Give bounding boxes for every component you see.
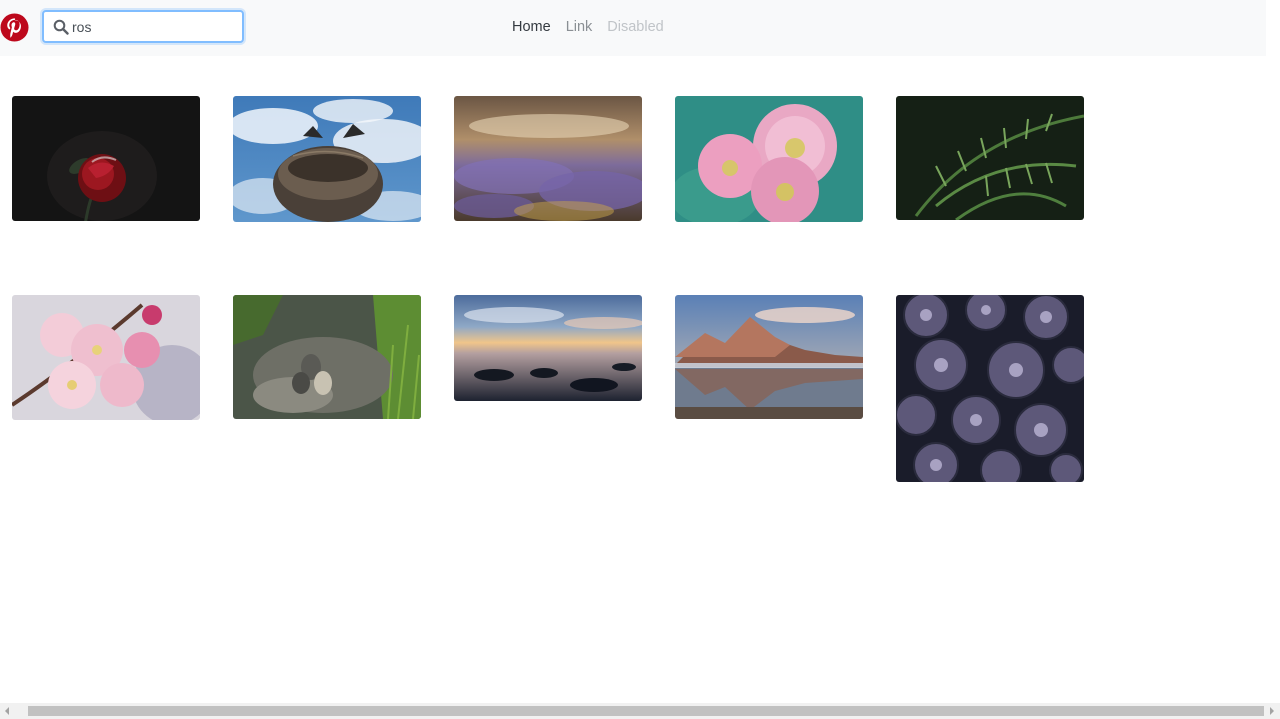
- search-input[interactable]: [72, 15, 237, 39]
- cherry-blossom-photo[interactable]: [12, 295, 200, 420]
- main-nav: Home Link Disabled: [512, 19, 664, 35]
- bird-nest-photo[interactable]: [233, 96, 421, 222]
- nav-home-link[interactable]: Home: [512, 19, 551, 35]
- fern-leaves-photo[interactable]: [896, 96, 1084, 220]
- nav-link-link[interactable]: Link: [566, 19, 593, 35]
- scroll-left-arrow-icon[interactable]: [5, 707, 9, 715]
- red-rose-photo[interactable]: [12, 96, 200, 221]
- scrollbar-thumb[interactable]: [28, 706, 1264, 716]
- pinterest-logo-icon[interactable]: [0, 13, 29, 42]
- page: Home Link Disabled: [0, 0, 1280, 719]
- lavender-field-photo[interactable]: [454, 96, 642, 221]
- nav-disabled-link: Disabled: [607, 19, 664, 35]
- pink-dahlia-photo[interactable]: [675, 96, 863, 222]
- horizontal-scrollbar[interactable]: [0, 703, 1280, 719]
- navbar: Home Link Disabled: [0, 0, 1266, 56]
- scroll-right-arrow-icon[interactable]: [1270, 707, 1274, 715]
- sunset-shore-photo[interactable]: [454, 295, 642, 401]
- bird-eggs-photo[interactable]: [233, 295, 421, 419]
- search-icon: [53, 19, 69, 35]
- purple-succulents-photo[interactable]: [896, 295, 1084, 482]
- search-field[interactable]: [42, 10, 244, 43]
- mountain-lake-photo[interactable]: [675, 295, 863, 419]
